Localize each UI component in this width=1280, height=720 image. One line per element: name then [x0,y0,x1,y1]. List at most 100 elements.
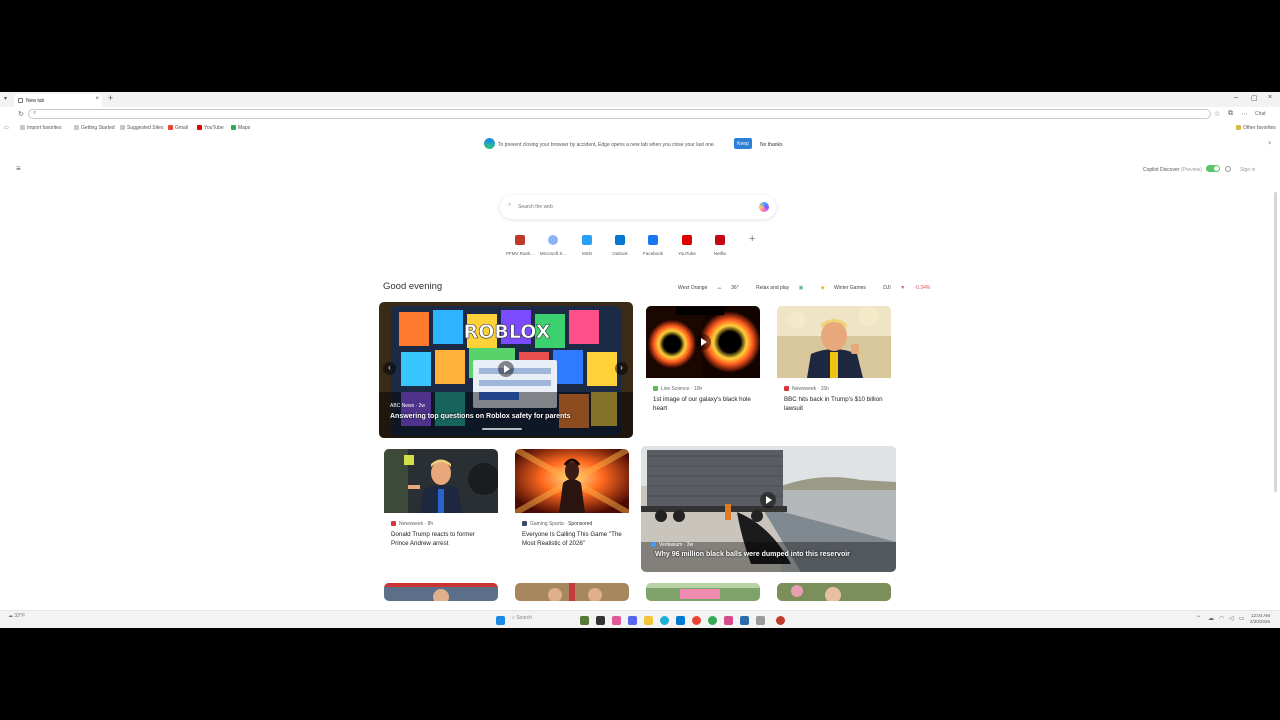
news-card-blackhole[interactable]: Live Science · 10h 1st image of our gala… [646,306,760,416]
app-icon-blue[interactable] [740,616,749,625]
tab-actions-icon[interactable]: ▾ [4,95,7,102]
hamburger-menu-icon[interactable]: ≡ [16,164,21,173]
quick-link-microsoft[interactable]: Microsoft S... [537,233,569,256]
tab-close-icon[interactable]: × [95,96,99,102]
favorites-bar: ▭ Import favorites Getting Started Sugge… [0,122,1280,133]
minimize-button[interactable]: – [1234,94,1238,101]
keep-button[interactable]: Keep [734,138,752,149]
app-icon-red[interactable] [776,616,785,625]
fav-youtube[interactable]: YouTube [197,125,224,131]
new-tab-button[interactable]: + [108,93,113,103]
wifi-icon[interactable]: ◠ [1219,615,1224,622]
app-icon[interactable] [612,616,621,625]
file-explorer-icon[interactable] [644,616,653,625]
fav-label: Gmail [175,125,189,131]
store-icon[interactable] [676,616,685,625]
battery-icon[interactable]: ▭ [1239,615,1245,622]
other-favorites[interactable]: Other favorites [1236,125,1276,131]
news-card-partial[interactable] [515,583,629,601]
trump-photo [777,306,891,378]
play-icon[interactable] [498,361,514,377]
card-title[interactable]: BBC hits back in Trump's $10 billion law… [784,395,884,413]
toggle-switch[interactable] [1206,165,1221,172]
fav-import[interactable]: Import favorites [20,125,61,131]
fav-suggested-sites[interactable]: Suggested Sites [120,125,163,131]
app-icon-green[interactable] [708,616,717,625]
copilot-chat-button[interactable]: Chat [1255,111,1266,117]
hero-card[interactable]: ROBLOX ‹ › ABC News · 2w Answering top q… [379,302,633,438]
carousel-next-button[interactable]: › [615,362,628,375]
news-card-bbc[interactable]: Newsweek · 15h BBC hits back in Trump's … [777,306,891,416]
news-card-partial[interactable] [777,583,891,601]
copilot-icon[interactable] [759,202,769,212]
close-window-button[interactable]: × [1268,94,1272,101]
video-title[interactable]: Why 96 million black balls were dumped i… [655,551,850,558]
taskbar-clock[interactable]: 12:04 AM 2/20/2026 [1250,613,1270,625]
dji-change: -0.34% [914,285,931,291]
fav-maps[interactable]: Maps [231,125,250,131]
winter-label: Winter Games [833,285,866,291]
refresh-icon[interactable]: ↻ [18,110,24,118]
tab-favicon-icon [18,98,23,103]
winter-games[interactable]: ◈ Winter Games [821,285,874,291]
more-menu-icon[interactable]: ⋯ [1241,110,1248,118]
address-bar[interactable]: ⌕ [28,109,1211,119]
edge-icon[interactable] [660,616,669,625]
carousel-prev-button[interactable]: ‹ [383,362,396,375]
tab-new-tab[interactable]: New tab × [14,94,102,107]
fav-gmail[interactable]: Gmail [168,125,188,131]
app-icon-pink[interactable] [724,616,733,625]
favorites-folder-icon[interactable]: ▭ [4,125,9,131]
start-icon[interactable] [496,616,505,625]
teams-icon[interactable] [628,616,637,625]
quick-link-netflix[interactable]: Netflix [704,233,736,256]
task-view-icon[interactable] [596,616,605,625]
maximize-button[interactable]: ▢ [1251,94,1258,102]
msn-icon [582,235,592,245]
tab-strip: ▾ New tab × + – ▢ × [0,92,1280,107]
tray-app-icon[interactable]: ☁ [1208,615,1214,622]
card-title[interactable]: Everyone Is Calling This Game "The Most … [522,530,626,548]
gaming-sparta-icon [522,521,527,526]
web-search-box[interactable]: ⌕ [500,195,776,219]
fav-getting-started[interactable]: Getting Started [74,125,115,131]
card-title[interactable]: Donald Trump reacts to former Prince And… [391,530,491,548]
quick-link-label: Netflix [713,251,727,256]
copilot-discover-toggle[interactable]: Copilot Discover (Preview) Sign in [1143,165,1255,173]
play-icon[interactable] [760,492,776,508]
quick-link-msn[interactable]: MSN [571,233,603,256]
speaker-icon[interactable]: ◁ [1229,615,1234,622]
sponsored-card-game[interactable]: Gaming Sparta · Sponsored Everyone Is Ca… [515,449,629,553]
weather-widget[interactable]: West Orange ☁ 36° [678,285,747,291]
widgets-icon[interactable] [580,616,589,625]
news-card-andrew[interactable]: Newsweek · 8h Donald Trump reacts to for… [384,449,498,553]
hero-title[interactable]: Answering top questions on Roblox safety… [390,413,570,420]
taskbar-weather[interactable]: ☁ 33°F [8,613,25,619]
news-card-partial[interactable] [646,583,760,601]
quick-link-pfmv[interactable]: PFMV Rank... [504,233,536,256]
play-icon[interactable] [695,334,711,350]
fav-label: YouTube [204,125,224,131]
quick-link-facebook[interactable]: Facebook [637,233,669,256]
relax-and-play[interactable]: Relax and play ▣ [756,285,811,291]
news-card-partial[interactable] [384,583,498,601]
favorites-star-icon[interactable]: ☆ [1214,110,1220,118]
sign-in-link[interactable]: Sign in [1240,167,1255,173]
video-card-veritasium[interactable]: Veritasium · 3w Why 96 million black bal… [641,446,896,572]
scrollbar[interactable] [1274,192,1277,492]
no-thanks-button[interactable]: No thanks [760,142,783,148]
add-shortcut-button[interactable]: + [749,233,755,245]
quick-link-youtube[interactable]: YouTube [671,233,703,256]
banner-close-icon[interactable]: × [1268,141,1272,147]
stock-ticker[interactable]: DJI ▼ -0.34% [883,285,938,291]
search-input[interactable] [518,202,738,212]
quick-link-outlook[interactable]: Outlook [604,233,636,256]
tray-chevron-icon[interactable]: ⌃ [1196,615,1201,622]
taskbar-search[interactable]: ⌕ Search [512,615,532,621]
taskbar-temp: 33°F [14,613,26,619]
settings-gear-icon[interactable] [1224,166,1231,172]
card-title[interactable]: 1st image of our galaxy's black hole hea… [653,395,753,413]
chrome-icon[interactable] [692,616,701,625]
app-icon-gray[interactable] [756,616,765,625]
extensions-icon[interactable]: ⧉ [1228,110,1233,118]
